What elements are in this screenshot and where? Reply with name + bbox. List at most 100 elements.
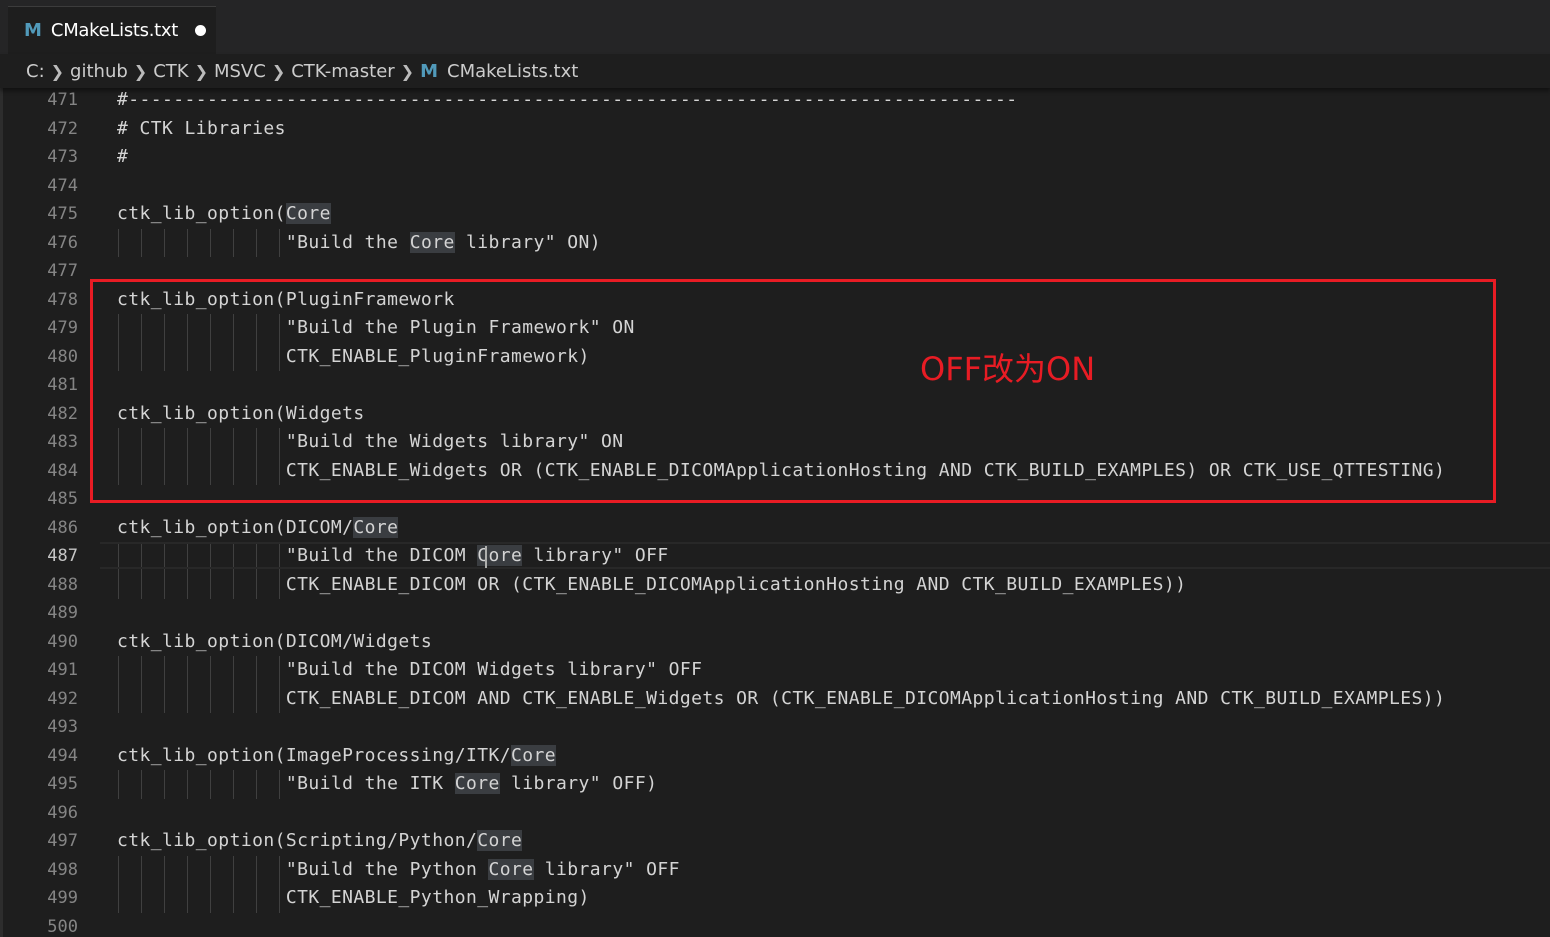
line-number[interactable]: 483 bbox=[0, 428, 78, 457]
line-number[interactable]: 480 bbox=[0, 343, 78, 372]
line-number[interactable]: 486 bbox=[0, 514, 78, 543]
tab-bar: M CMakeLists.txt bbox=[0, 0, 1550, 54]
indent-guide bbox=[279, 884, 280, 913]
indent-guide bbox=[233, 684, 234, 713]
line-number[interactable]: 491 bbox=[0, 656, 78, 685]
indent-guide bbox=[187, 855, 188, 884]
indent-guide bbox=[164, 684, 165, 713]
breadcrumb-item-ctk-master[interactable]: CTK-master bbox=[291, 61, 394, 82]
line-number[interactable]: 498 bbox=[0, 856, 78, 885]
breadcrumb-item-drive[interactable]: C: bbox=[26, 61, 45, 82]
code-text: # CTK Libraries bbox=[117, 117, 286, 139]
code-line[interactable]: 497 ctk_lib_option(Scripting/Python/Core bbox=[0, 827, 1550, 856]
code-text: "Build the Core library" ON) bbox=[117, 231, 602, 253]
code-line[interactable]: 491 "Build the DICOM Widgets library" OF… bbox=[0, 656, 1550, 685]
chevron-right-icon: ❯ bbox=[271, 61, 286, 81]
code-line[interactable]: 496 bbox=[0, 799, 1550, 828]
line-number[interactable]: 479 bbox=[0, 314, 78, 343]
cmake-file-icon: M bbox=[420, 60, 438, 82]
code-line[interactable]: 493 bbox=[0, 713, 1550, 742]
breadcrumb-item-file[interactable]: CMakeLists.txt bbox=[447, 61, 578, 82]
line-number[interactable]: 482 bbox=[0, 400, 78, 429]
tab-label: CMakeLists.txt bbox=[50, 20, 179, 41]
indent-guide bbox=[187, 884, 188, 913]
line-number[interactable]: 493 bbox=[0, 713, 78, 742]
breadcrumb-item-msvc[interactable]: MSVC bbox=[214, 61, 266, 82]
line-number[interactable]: 485 bbox=[0, 485, 78, 514]
line-number[interactable]: 488 bbox=[0, 571, 78, 600]
code-line[interactable]: 490 ctk_lib_option(DICOM/Widgets bbox=[0, 628, 1550, 657]
indent-guide bbox=[279, 570, 280, 599]
code-editor[interactable]: 500 499 CTK_ENABLE_Python_Wrapping) 498 "B… bbox=[0, 88, 1550, 937]
code-text: #---------------------------------------… bbox=[117, 89, 1018, 110]
breadcrumb: C: ❯ github ❯ CTK ❯ MSVC ❯ CTK-master ❯ … bbox=[0, 54, 1550, 88]
code-line[interactable]: 494 ctk_lib_option(ImageProcessing/ITK/Co… bbox=[0, 742, 1550, 771]
line-number[interactable]: 472 bbox=[0, 115, 78, 144]
line-number[interactable]: 490 bbox=[0, 628, 78, 657]
indent-guide bbox=[164, 570, 165, 599]
indent-guide bbox=[118, 228, 119, 257]
code-text: ctk_lib_option(DICOM/Core bbox=[117, 516, 399, 538]
indent-guide bbox=[164, 656, 165, 685]
line-number[interactable]: 500 bbox=[0, 913, 78, 937]
unsaved-dot-icon[interactable] bbox=[195, 25, 207, 36]
code-line[interactable]: 495 "Build the ITK Core library" OFF) bbox=[0, 770, 1550, 799]
chevron-right-icon: ❯ bbox=[133, 61, 148, 81]
line-number[interactable]: 474 bbox=[0, 172, 78, 201]
search-match: Core bbox=[511, 744, 557, 766]
code-text: ctk_lib_option(DICOM/Widgets bbox=[117, 630, 433, 652]
line-number[interactable]: 499 bbox=[0, 884, 78, 913]
code-line[interactable]: 476 "Build the Core library" ON) bbox=[0, 228, 1550, 258]
line-number[interactable]: 494 bbox=[0, 742, 78, 771]
code-line[interactable]: 475 ctk_lib_option(Core bbox=[0, 200, 1550, 229]
line-number[interactable]: 481 bbox=[0, 371, 78, 400]
line-number[interactable]: 477 bbox=[0, 257, 78, 286]
code-line[interactable]: 486 ctk_lib_option(DICOM/Core bbox=[0, 514, 1550, 543]
line-number[interactable]: 473 bbox=[0, 143, 78, 172]
indent-guide bbox=[279, 684, 280, 713]
line-number[interactable]: 487 bbox=[0, 542, 78, 571]
indent-guide bbox=[187, 770, 188, 799]
chevron-right-icon: ❯ bbox=[194, 61, 208, 81]
code-line[interactable]: 499 CTK_ENABLE_Python_Wrapping) bbox=[0, 884, 1550, 913]
line-number[interactable]: 489 bbox=[0, 599, 78, 628]
code-line[interactable]: 489 bbox=[0, 599, 1550, 628]
indent-guide bbox=[187, 684, 188, 713]
indent-guide bbox=[141, 684, 142, 713]
code-line[interactable]: 492 CTK_ENABLE_DICOM AND CTK_ENABLE_Widg… bbox=[0, 684, 1550, 714]
code-line[interactable]: 474 bbox=[0, 172, 1550, 201]
indent-guide bbox=[141, 884, 142, 913]
code-line[interactable]: 471 #------------------------------------… bbox=[0, 88, 1550, 115]
line-number[interactable]: 484 bbox=[0, 457, 78, 486]
chevron-right-icon: ❯ bbox=[50, 61, 65, 81]
code-text: CTK_ENABLE_DICOM OR (CTK_ENABLE_DICOMApp… bbox=[117, 573, 1187, 595]
indent-guide bbox=[210, 770, 211, 799]
indent-guide bbox=[279, 228, 280, 257]
indent-guide bbox=[256, 884, 257, 913]
search-match: Core bbox=[353, 516, 399, 538]
line-number[interactable]: 492 bbox=[0, 685, 78, 714]
text-cursor bbox=[485, 546, 487, 568]
cmake-file-icon: M bbox=[24, 20, 42, 41]
line-number[interactable]: 471 bbox=[0, 88, 78, 115]
code-line[interactable]: 488 CTK_ENABLE_DICOM OR (CTK_ENABLE_DICO… bbox=[0, 570, 1550, 600]
line-number[interactable]: 475 bbox=[0, 200, 78, 229]
code-text: ctk_lib_option(Core bbox=[117, 203, 331, 224]
tab-cmakelists[interactable]: M CMakeLists.txt bbox=[8, 6, 216, 54]
line-number[interactable]: 476 bbox=[0, 229, 78, 258]
code-text: ctk_lib_option(ImageProcessing/ITK/Core bbox=[117, 744, 557, 766]
code-line[interactable]: 498 "Build the Python Core library" OFF bbox=[0, 855, 1550, 885]
breadcrumb-item-github[interactable]: github bbox=[70, 61, 128, 82]
indent-guide bbox=[210, 656, 211, 685]
indent-guide bbox=[118, 884, 119, 913]
line-number[interactable]: 496 bbox=[0, 799, 78, 828]
code-line[interactable]: 472 # CTK Libraries bbox=[0, 115, 1550, 144]
line-number[interactable]: 478 bbox=[0, 286, 78, 315]
indent-guide bbox=[118, 656, 119, 685]
line-number[interactable]: 495 bbox=[0, 770, 78, 799]
breadcrumb-item-ctk[interactable]: CTK bbox=[153, 61, 188, 82]
line-number[interactable]: 497 bbox=[0, 827, 78, 856]
code-line[interactable]: 473 # bbox=[0, 143, 1550, 172]
code-line[interactable]: 500 bbox=[0, 913, 1550, 937]
indent-guide bbox=[118, 770, 119, 799]
